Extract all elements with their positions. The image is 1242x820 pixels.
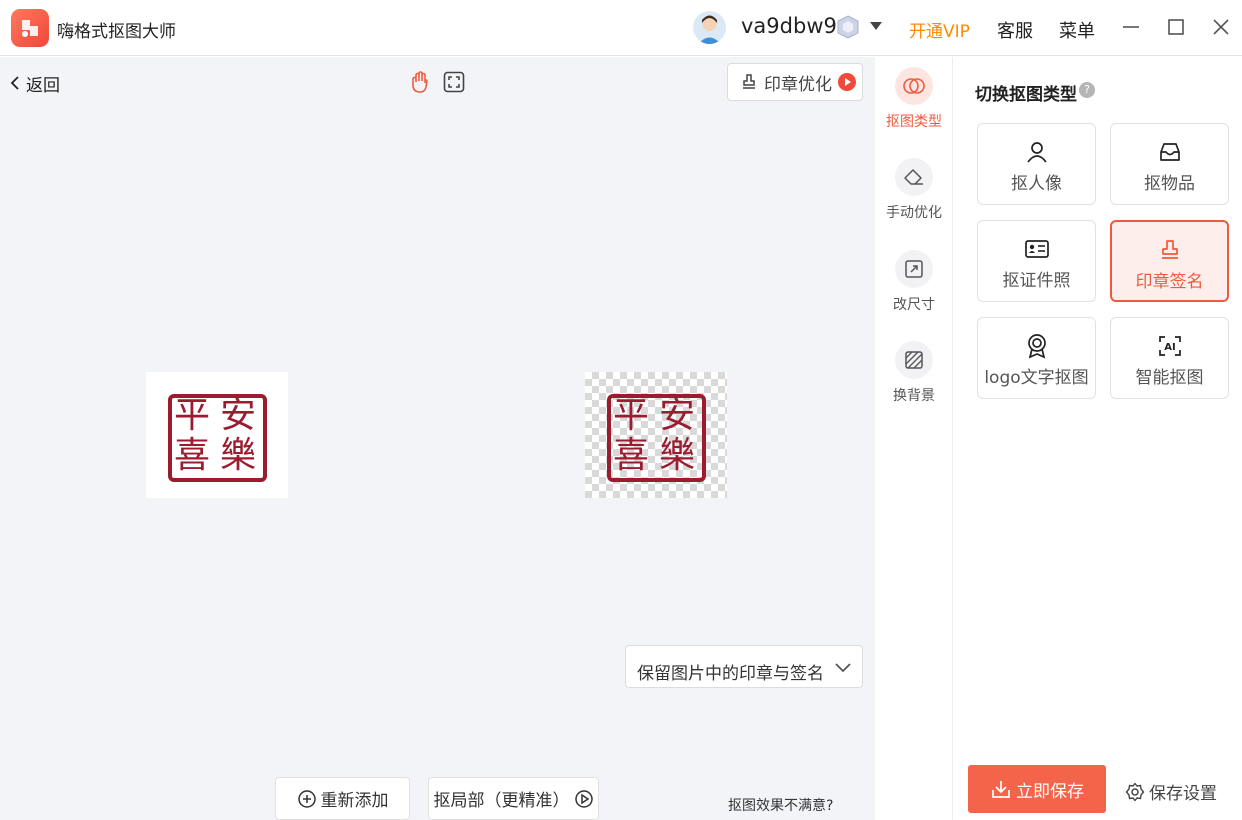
original-image: 安 平 樂 喜: [146, 372, 288, 498]
seal-stamp: 安 平 樂 喜: [168, 394, 267, 482]
save-now-label: 立即保存: [1016, 781, 1084, 802]
type-card-label: 智能抠图: [1135, 368, 1204, 388]
cutout-type-icon: [895, 67, 933, 105]
type-card-id-photo[interactable]: 抠证件照: [977, 220, 1096, 302]
help-icon[interactable]: ?: [1079, 82, 1095, 98]
result-image: 安 平 樂 喜: [585, 372, 727, 498]
play-icon: [838, 73, 856, 91]
stamp-icon: [1156, 237, 1184, 263]
keep-select-value: 保留图片中的印章与签名: [637, 664, 824, 684]
avatar[interactable]: [693, 11, 726, 44]
rail-item-manual-optimize[interactable]: 手动优化: [875, 158, 953, 222]
cutout-type-panel: 切换抠图类型 ? 抠人像 抠物品 抠证件照 印章签名 logo文字抠图 AI 智…: [954, 57, 1242, 820]
minimize-icon[interactable]: [1118, 14, 1144, 40]
type-card-smart[interactable]: AI 智能抠图: [1110, 317, 1229, 399]
partial-cutout-button[interactable]: 抠局部（更精准）: [428, 777, 599, 820]
type-card-label: logo文字抠图: [984, 368, 1089, 388]
vip-badge-icon: [837, 15, 859, 39]
rail-label: 抠图类型: [886, 114, 942, 130]
menu-link[interactable]: 菜单: [1059, 17, 1095, 43]
open-vip-link[interactable]: 开通VIP: [909, 17, 970, 42]
background-icon: [895, 341, 933, 379]
customer-service-link[interactable]: 客服: [997, 17, 1033, 43]
seal-char: 平: [612, 395, 649, 436]
rail-item-cutout-type[interactable]: 抠图类型: [875, 67, 953, 131]
ai-icon: AI: [1156, 333, 1184, 359]
stamp-optimize-button[interactable]: 印章优化: [727, 63, 863, 101]
back-button[interactable]: 返回: [10, 71, 60, 96]
seal-char: 安: [219, 395, 256, 436]
rail-label: 手动优化: [886, 205, 942, 221]
add-circle-icon: [297, 789, 316, 808]
close-icon[interactable]: [1208, 14, 1234, 40]
stamp-icon: [743, 74, 755, 89]
gear-icon: [1125, 782, 1145, 801]
save-settings-label: 保存设置: [1149, 784, 1217, 804]
rail-item-change-background[interactable]: 换背景: [875, 341, 953, 405]
unsatisfied-link[interactable]: 抠图效果不满意?: [728, 795, 833, 815]
rail-label: 改尺寸: [893, 297, 935, 313]
fit-screen-icon[interactable]: [442, 70, 466, 94]
tool-rail: 抠图类型 手动优化 改尺寸 换背景: [875, 57, 953, 820]
type-card-object[interactable]: 抠物品: [1110, 123, 1229, 205]
partial-cutout-label: 抠局部（更精准）: [433, 791, 570, 811]
play-circle-icon: [574, 789, 593, 808]
type-card-label: 印章签名: [1135, 272, 1204, 292]
rail-label: 换背景: [893, 388, 935, 404]
type-card-stamp-signature[interactable]: 印章签名: [1110, 220, 1229, 302]
type-card-person[interactable]: 抠人像: [977, 123, 1096, 205]
seal-char: 喜: [612, 435, 649, 476]
type-card-label: 抠人像: [1011, 174, 1062, 194]
svg-text:AI: AI: [1164, 342, 1175, 353]
readd-button[interactable]: 重新添加: [275, 777, 410, 820]
seal-char: 喜: [173, 435, 210, 476]
seal-char: 平: [173, 395, 210, 436]
save-now-button[interactable]: 立即保存: [968, 765, 1106, 813]
back-label: 返回: [26, 75, 60, 96]
id-card-icon: [1023, 236, 1051, 262]
seal-char: 樂: [658, 435, 695, 476]
preview-canvas: 返回 印章优化 安 平 樂 喜 安 平 樂 喜 保留图片中的印章与签名 重新添加…: [0, 57, 875, 820]
person-icon: [1023, 139, 1051, 165]
resize-icon: [895, 250, 933, 288]
seal-char: 樂: [219, 435, 256, 476]
stamp-optimize-label: 印章优化: [764, 74, 832, 95]
keep-content-select[interactable]: 保留图片中的印章与签名: [625, 645, 863, 688]
title-bar: 嗨格式抠图大师 va9dbw9 开通VIP 客服 菜单: [0, 0, 1242, 56]
chevron-down-icon[interactable]: [870, 22, 882, 30]
seal-stamp: 安 平 樂 喜: [607, 394, 706, 482]
type-card-logo-text[interactable]: logo文字抠图: [977, 317, 1096, 399]
chevron-left-icon: [10, 76, 19, 90]
save-settings-button[interactable]: 保存设置: [1125, 779, 1217, 804]
readd-label: 重新添加: [320, 791, 389, 811]
download-icon: [992, 781, 1010, 798]
eraser-icon: [895, 158, 933, 196]
inbox-icon: [1156, 139, 1184, 165]
app-title: 嗨格式抠图大师: [57, 22, 176, 42]
hand-icon[interactable]: [408, 70, 432, 94]
seal-char: 安: [658, 395, 695, 436]
type-card-label: 抠物品: [1144, 174, 1195, 194]
badge-icon: [1023, 333, 1051, 359]
chevron-down-icon: [835, 663, 851, 673]
type-card-label: 抠证件照: [1002, 271, 1071, 291]
username[interactable]: va9dbw9: [741, 14, 837, 38]
rail-item-resize[interactable]: 改尺寸: [875, 250, 953, 314]
maximize-icon[interactable]: [1163, 14, 1189, 40]
app-logo-icon: [11, 9, 49, 47]
panel-title: 切换抠图类型: [975, 85, 1077, 105]
